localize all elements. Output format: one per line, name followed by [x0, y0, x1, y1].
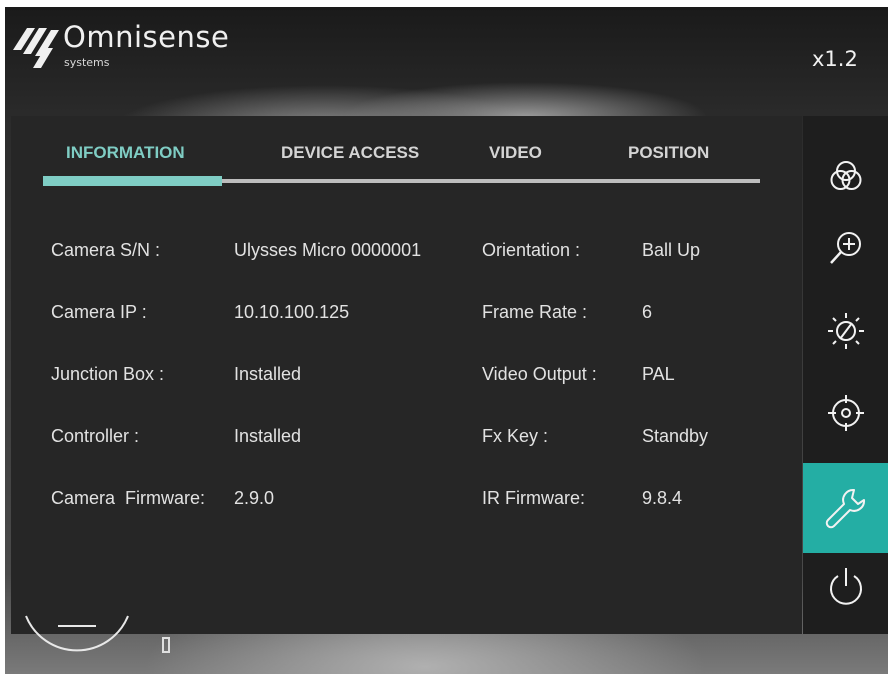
tab-bar: INFORMATION DEVICE ACCESS VIDEO POSITION: [11, 116, 802, 196]
camera-ip-label: Camera IP :: [51, 302, 147, 322]
fx-key-value: Standby: [642, 426, 709, 446]
zoom-button[interactable]: [803, 217, 888, 279]
settings-button[interactable]: [803, 463, 888, 553]
info-panel: INFORMATION DEVICE ACCESS VIDEO POSITION…: [11, 116, 802, 634]
ir-firmware-label: IR Firmware:: [482, 488, 585, 508]
brand-logo: Omnisense systems: [13, 20, 229, 74]
wrench-icon: [825, 488, 865, 529]
target-button[interactable]: [803, 382, 888, 444]
tab-video[interactable]: VIDEO: [489, 143, 542, 163]
tab-information[interactable]: INFORMATION: [66, 143, 185, 163]
indicator-mark: [162, 637, 170, 653]
camera-ip-value: 10.10.100.125: [234, 302, 350, 322]
camera-firmware-value: 2.9.0: [234, 488, 275, 508]
controller-label: Controller :: [51, 426, 140, 446]
camera-sn-value: Ulysses Micro 0000001: [234, 240, 422, 260]
frame-rate-value: 6: [642, 302, 653, 322]
power-icon: [829, 568, 862, 605]
tool-sidebar: [803, 116, 888, 634]
brand-subtitle: systems: [64, 56, 110, 69]
camera-firmware-label: Camera Firmware:: [51, 488, 206, 508]
ir-firmware-value: 9.8.4: [642, 488, 683, 508]
controller-value: Installed: [234, 426, 302, 446]
tab-device-access[interactable]: DEVICE ACCESS: [281, 143, 419, 163]
power-button[interactable]: [803, 554, 888, 618]
camera-sn-label: Camera S/N :: [51, 240, 161, 260]
compass-dial-icon: [25, 615, 129, 652]
fx-key-label: Fx Key :: [482, 426, 549, 446]
junction-box-value: Installed: [234, 364, 302, 384]
video-output-value: PAL: [642, 364, 675, 384]
tab-position[interactable]: POSITION: [628, 143, 709, 163]
target-icon: [827, 395, 864, 431]
zoom-level-label: x1.2: [812, 47, 858, 71]
zoom-in-icon: [829, 232, 861, 264]
tab-active-indicator: [43, 176, 222, 186]
junction-box-label: Junction Box :: [51, 364, 165, 384]
brightness-button[interactable]: [803, 300, 888, 362]
frame-rate-label: Frame Rate :: [482, 302, 588, 322]
omnisense-logo-icon: [13, 28, 59, 68]
color-mode-button[interactable]: [803, 145, 888, 207]
video-output-label: Video Output :: [482, 364, 597, 384]
color-circles-icon: [830, 161, 861, 190]
orientation-label: Orientation :: [482, 240, 581, 260]
orientation-value: Ball Up: [642, 240, 701, 260]
brand-name: Omnisense: [63, 20, 230, 54]
brightness-icon: [827, 313, 864, 349]
